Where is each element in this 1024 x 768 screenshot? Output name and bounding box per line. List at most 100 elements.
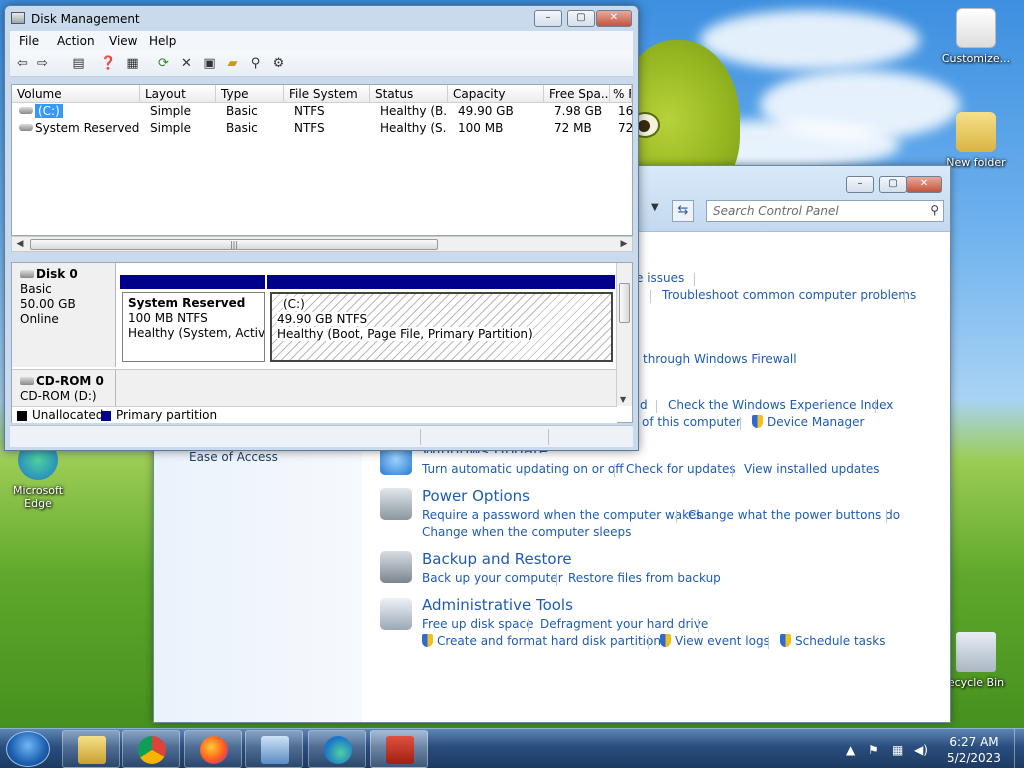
vertical-scrollbar[interactable]: ▼ bbox=[616, 263, 632, 406]
volume-list: Volume Layout Type File System Status Ca… bbox=[11, 84, 633, 236]
partition-c[interactable]: (C:) 49.90 GB NTFS Healthy (Boot, Page F… bbox=[270, 292, 613, 362]
desktop-icon-new-folder[interactable]: New folder bbox=[938, 112, 1014, 169]
back-icon[interactable]: ⇦ bbox=[14, 56, 31, 72]
chevron-down-icon[interactable]: ▼ bbox=[651, 202, 659, 213]
maximize-button[interactable]: ▢ bbox=[567, 10, 595, 27]
link-computer-sleeps[interactable]: Change when the computer sleeps bbox=[422, 525, 631, 539]
customize-icon bbox=[956, 8, 996, 48]
legend: Unallocated Primary partition bbox=[12, 406, 617, 423]
properties-sheet-icon[interactable]: ▣ bbox=[201, 56, 218, 72]
menu-file[interactable]: File bbox=[19, 34, 39, 48]
settings-icon[interactable]: ⚙ bbox=[270, 56, 287, 72]
search-icon[interactable]: ⚲ bbox=[930, 203, 939, 217]
clock-date: 5/2/2023 bbox=[947, 751, 1001, 765]
maximize-button[interactable]: ▢ bbox=[879, 176, 907, 193]
hard-disk-icon bbox=[20, 270, 34, 278]
column-header-status[interactable]: Status bbox=[370, 85, 448, 103]
close-button[interactable]: ✕ bbox=[596, 10, 632, 27]
link-format-partitions[interactable]: Create and format hard disk partitions bbox=[422, 634, 667, 648]
link-power-buttons[interactable]: Change what the power buttons do bbox=[688, 508, 900, 522]
separator bbox=[556, 573, 557, 586]
link-check-updates[interactable]: Check for updates bbox=[626, 462, 736, 476]
search-disk-icon[interactable]: ⚲ bbox=[247, 56, 264, 72]
minimize-button[interactable]: – bbox=[846, 176, 874, 193]
start-button[interactable] bbox=[6, 731, 50, 767]
link-automatic-updating[interactable]: Turn automatic updating on or off bbox=[422, 462, 624, 476]
chrome-icon bbox=[138, 736, 166, 764]
disk-state: Online bbox=[20, 312, 59, 326]
menu-action[interactable]: Action bbox=[57, 34, 95, 48]
search-input[interactable]: Search Control Panel ⚲ bbox=[706, 200, 944, 222]
capacity-cell: 100 MB bbox=[458, 121, 504, 135]
category-admin-tools[interactable]: Administrative Tools bbox=[422, 596, 573, 614]
refresh-icon[interactable]: ⇆ bbox=[672, 200, 694, 222]
volume-icon[interactable]: ◀) bbox=[914, 743, 928, 757]
show-hide-tree-icon[interactable]: ▤ bbox=[70, 56, 87, 72]
layout-cell: Simple bbox=[150, 121, 191, 135]
link-free-disk-space[interactable]: Free up disk space bbox=[422, 617, 534, 631]
link-require-password[interactable]: Require a password when the computer wak… bbox=[422, 508, 702, 522]
sidebar-link-ease-of-access[interactable]: Ease of Access bbox=[189, 450, 278, 464]
link-installed-updates[interactable]: View installed updates bbox=[744, 462, 880, 476]
separator bbox=[648, 636, 649, 649]
cdrom-icon bbox=[20, 377, 34, 385]
scroll-right-icon[interactable]: ▶ bbox=[617, 237, 631, 251]
taskbar-app-chrome[interactable] bbox=[122, 730, 180, 768]
delete-icon[interactable]: ✕ bbox=[178, 56, 195, 72]
link-of-this-computer[interactable]: of this computer bbox=[642, 415, 741, 429]
separator bbox=[904, 290, 905, 303]
layout-cell: Simple bbox=[150, 104, 191, 118]
scroll-left-icon[interactable]: ◀ bbox=[13, 237, 27, 251]
link-firewall[interactable]: through Windows Firewall bbox=[643, 352, 797, 366]
taskbar-app-firefox[interactable] bbox=[184, 730, 242, 768]
menu-view[interactable]: View bbox=[109, 34, 137, 48]
separator bbox=[614, 464, 615, 477]
minimize-button[interactable]: – bbox=[534, 10, 562, 27]
link-d[interactable]: d bbox=[640, 398, 648, 412]
taskbar-app-edge[interactable] bbox=[308, 730, 366, 768]
horizontal-scrollbar[interactable]: ◀ ||| ▶ bbox=[11, 236, 633, 252]
column-header-capacity[interactable]: Capacity bbox=[448, 85, 544, 103]
column-header-volume[interactable]: Volume bbox=[12, 85, 140, 103]
cdrom-0-label[interactable]: CD-ROM 0 CD-ROM (D:) bbox=[12, 369, 116, 406]
forward-icon[interactable]: ⇨ bbox=[34, 56, 51, 72]
properties-icon[interactable]: ▦ bbox=[124, 56, 141, 72]
scroll-down-icon[interactable]: ▼ bbox=[620, 395, 626, 404]
link-event-logs[interactable]: View event logs bbox=[660, 634, 770, 648]
link-experience-index[interactable]: Check the Windows Experience Index bbox=[668, 398, 893, 412]
open-folder-icon[interactable]: ▰ bbox=[224, 56, 241, 72]
disk-0-label[interactable]: Disk 0 Basic 50.00 GB Online bbox=[12, 263, 116, 367]
link-issues[interactable]: e issues bbox=[636, 271, 684, 285]
help-icon[interactable]: ❓ bbox=[100, 56, 117, 72]
menu-help[interactable]: Help bbox=[149, 34, 176, 48]
column-header-percent-free[interactable]: % F bbox=[610, 85, 632, 103]
clock[interactable]: 6:27 AM 5/2/2023 bbox=[942, 734, 1006, 766]
show-desktop-button[interactable] bbox=[1014, 729, 1024, 768]
link-schedule-tasks[interactable]: Schedule tasks bbox=[780, 634, 885, 648]
link-back-up[interactable]: Back up your computer bbox=[422, 571, 563, 585]
link-restore-files[interactable]: Restore files from backup bbox=[568, 571, 721, 585]
show-hidden-icons-icon[interactable]: ▲ bbox=[846, 743, 855, 757]
cdrom-drive: CD-ROM (D:) bbox=[20, 389, 97, 403]
category-power-options[interactable]: Power Options bbox=[422, 487, 530, 505]
network-icon[interactable]: ▦ bbox=[892, 743, 903, 757]
scroll-thumb[interactable] bbox=[619, 283, 630, 323]
close-button[interactable]: ✕ bbox=[906, 176, 942, 193]
link-device-manager[interactable]: Device Manager bbox=[752, 415, 864, 429]
partition-system-reserved[interactable]: System Reserved 100 MB NTFS Healthy (Sys… bbox=[122, 292, 265, 362]
scroll-thumb[interactable]: ||| bbox=[30, 239, 438, 250]
refresh-icon[interactable]: ⟳ bbox=[155, 56, 172, 72]
category-backup-restore[interactable]: Backup and Restore bbox=[422, 550, 572, 568]
taskbar-app-file-explorer[interactable] bbox=[62, 730, 120, 768]
column-header-free-space[interactable]: Free Spa... bbox=[544, 85, 610, 103]
link-troubleshoot[interactable]: Troubleshoot common computer problems bbox=[662, 288, 916, 302]
taskbar-app-control-panel[interactable] bbox=[245, 730, 303, 768]
separator bbox=[768, 636, 769, 649]
action-center-icon[interactable]: ⚑ bbox=[868, 743, 879, 757]
desktop-icon-customize[interactable]: Customize... bbox=[938, 8, 1014, 65]
link-defragment[interactable]: Defragment your hard drive bbox=[540, 617, 708, 631]
column-header-type[interactable]: Type bbox=[216, 85, 284, 103]
column-header-layout[interactable]: Layout bbox=[140, 85, 216, 103]
column-header-file-system[interactable]: File System bbox=[284, 85, 370, 103]
taskbar-app-disk-management[interactable] bbox=[370, 730, 428, 768]
